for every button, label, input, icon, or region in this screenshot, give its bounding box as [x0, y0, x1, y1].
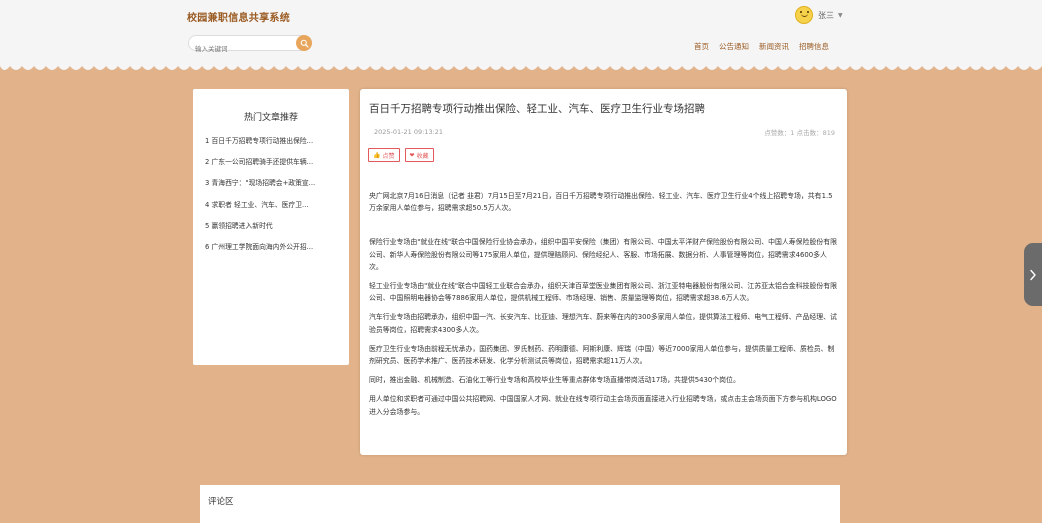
- nav-jobs[interactable]: 招聘信息: [799, 41, 829, 52]
- article-paragraph: 保险行业专场由"就业在线"联合中国保险行业协会承办，组织中国平安保险（集团）有限…: [369, 238, 838, 271]
- hot-articles-title: 热门文章推荐: [243, 113, 298, 123]
- collect-button[interactable]: ❤ 收藏: [404, 148, 434, 162]
- chevron-right-icon: [1030, 269, 1036, 280]
- article-panel: 百日千万招聘专项行动推出保险、轻工业、汽车、医疗卫生行业专场招聘 2025-01…: [360, 89, 847, 455]
- hot-article-item[interactable]: 6 广州理工学院面向海内外公开招...: [205, 242, 329, 263]
- article-content: 央广网北京7月16日消息（记者 韭君）7月15日至7月21日，百日千万招聘专项行…: [369, 190, 837, 425]
- header-wave-divider: [0, 60, 1042, 70]
- article-date: 2025-01-21 09:13:21: [374, 128, 444, 136]
- thumb-up-icon: 👍: [373, 152, 381, 159]
- article-actions: 👍 点赞 ❤ 收藏: [368, 148, 434, 162]
- caret-down-icon[interactable]: ▼: [838, 12, 843, 19]
- search-icon: [300, 39, 309, 48]
- article-title: 百日千万招聘专项行动推出保险、轻工业、汽车、医疗卫生行业专场招聘: [369, 103, 705, 115]
- side-drawer-toggle[interactable]: [1024, 243, 1042, 306]
- search-input[interactable]: [189, 42, 289, 56]
- search-box: [188, 35, 312, 56]
- main-nav: 首页 公告通知 新闻资讯 招聘信息: [694, 41, 829, 52]
- article-stats: 点赞数：1 点击数：819: [764, 129, 835, 137]
- article-paragraph: 轻工业行业专场由"就业在线"联合中国轻工业联合会承办，组织天津百草堂医业集团有限…: [369, 282, 838, 303]
- article-paragraph: 同时，推出金融、机械制造、石油化工等行业专场和高校毕业生等重点群体专场直播带岗活…: [369, 376, 740, 385]
- hot-article-item[interactable]: 4 求职者 轻工业、汽车、医疗卫...: [205, 200, 329, 221]
- like-button[interactable]: 👍 点赞: [368, 148, 400, 162]
- comment-section: 评论区: [200, 485, 840, 523]
- avatar[interactable]: [795, 6, 813, 24]
- search-button[interactable]: [296, 35, 312, 51]
- nav-news[interactable]: 新闻资讯: [759, 41, 789, 52]
- header: 校园兼职信息共享系统 张三 ▼ 首页 公告通知 新闻资讯 招聘信息: [0, 0, 1042, 66]
- heart-icon: ❤: [409, 152, 415, 159]
- hot-article-item[interactable]: 3 青海西宁："现场招聘会+政策宣...: [205, 178, 329, 199]
- hot-article-item[interactable]: 2 广东一公司招聘骑手还提供车辆...: [205, 157, 329, 178]
- site-title[interactable]: 校园兼职信息共享系统: [187, 9, 290, 24]
- hot-article-item[interactable]: 1 百日千万招聘专项行动推出保险...: [205, 136, 329, 157]
- hot-articles-list: 1 百日千万招聘专项行动推出保险... 2 广东一公司招聘骑手还提供车辆... …: [193, 136, 349, 263]
- comment-title: 评论区: [208, 497, 234, 507]
- nav-announcements[interactable]: 公告通知: [719, 41, 749, 52]
- hot-article-item[interactable]: 5 赢领招聘进入新时代: [205, 221, 329, 242]
- collect-label: 收藏: [416, 153, 429, 160]
- article-paragraph: 用人单位和求职者可通过中国公共招聘网、中国国家人才网、就业在线专项行动主会场页面…: [369, 395, 837, 416]
- article-paragraph: 央广网北京7月16日消息（记者 韭君）7月15日至7月21日，百日千万招聘专项行…: [369, 192, 833, 213]
- user-menu[interactable]: 张三 ▼: [795, 5, 843, 25]
- username[interactable]: 张三: [818, 10, 834, 21]
- hot-articles-panel: 热门文章推荐 1 百日千万招聘专项行动推出保险... 2 广东一公司招聘骑手还提…: [193, 89, 349, 365]
- article-paragraph: 医疗卫生行业专场由前程无忧承办，国药集团、罗氏制药、药明康德、阿斯利康、辉瑞（中…: [369, 344, 835, 366]
- article-paragraph: 汽车行业专场由招聘承办，组织中国一汽、长安汽车、比亚迪、理想汽车、蔚来等在内的3…: [369, 313, 837, 334]
- nav-home[interactable]: 首页: [694, 41, 709, 52]
- like-label: 点赞: [382, 153, 395, 160]
